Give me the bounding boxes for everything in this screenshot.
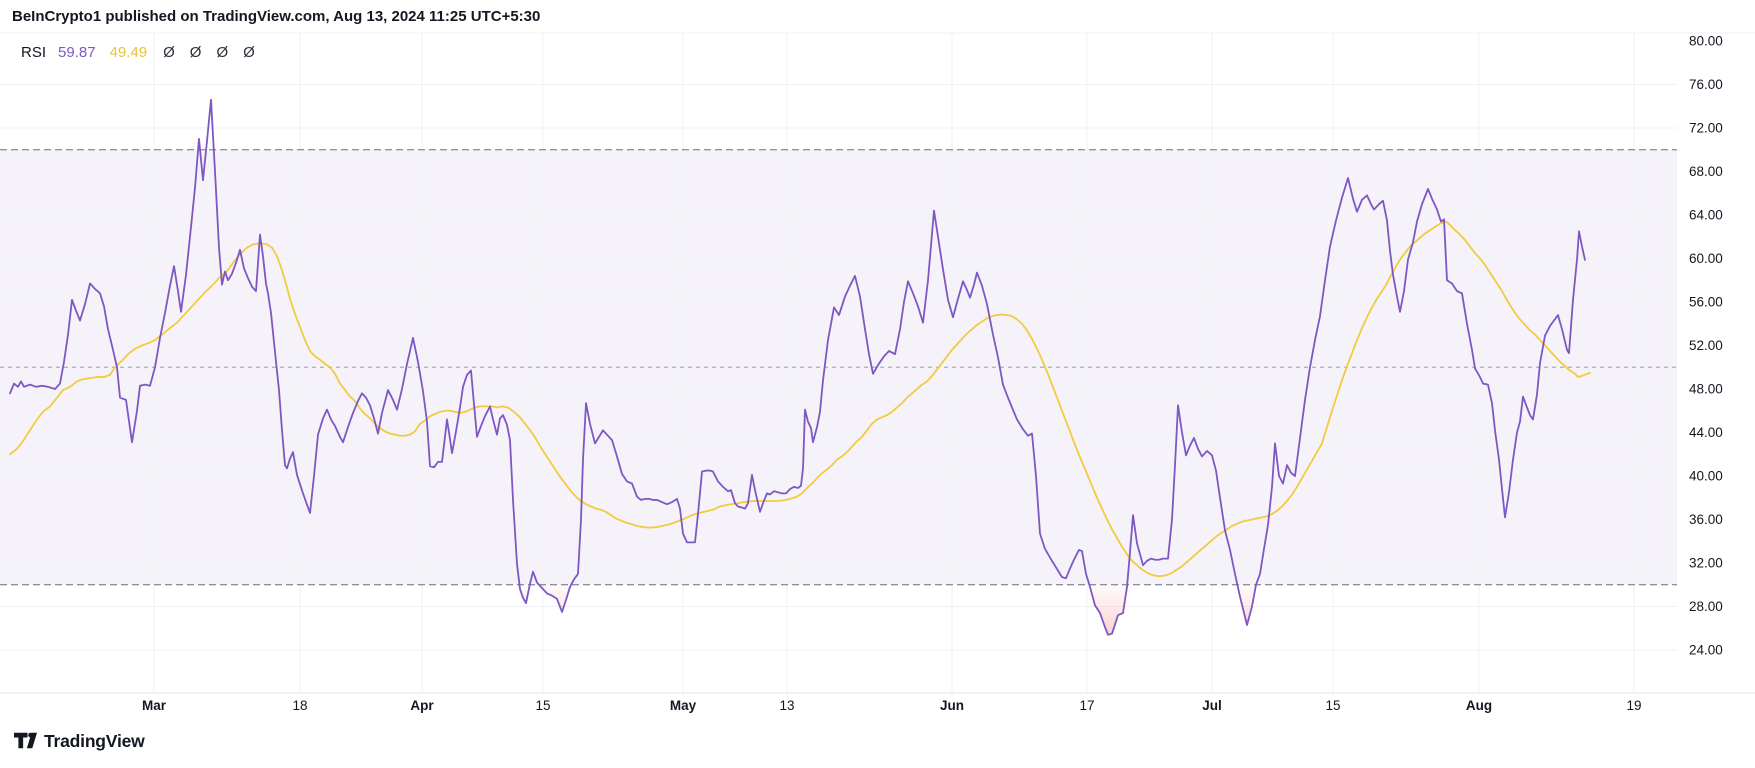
price-axis-label: 68.00 (1689, 164, 1723, 179)
time-axis-label: Jun (940, 698, 964, 713)
price-axis-label: 60.00 (1689, 251, 1723, 266)
price-axis-label: 64.00 (1689, 208, 1723, 223)
price-axis-label: 32.00 (1689, 556, 1723, 571)
published-chart-page: BeInCrypto1 published on TradingView.com… (0, 0, 1755, 768)
indicator-name-label[interactable]: RSI (21, 44, 46, 62)
time-axis-label: 13 (779, 698, 794, 713)
time-axis-label: 18 (292, 698, 307, 713)
hidden-plot-placeholder-icon[interactable]: Ø (163, 44, 175, 61)
oversold-area-fill (1089, 584, 1128, 635)
time-axis-label: May (670, 698, 697, 713)
price-axis-label: 28.00 (1689, 599, 1723, 614)
rsi-chart-canvas[interactable]: 80.00 76.00 72.00 68.00 64.00 60.00 56.00 52.00… (0, 0, 1755, 768)
legend-placeholder-group: ØØØØ (163, 44, 270, 62)
price-axis-label: 40.00 (1689, 469, 1723, 484)
time-axis-label: Apr (410, 698, 434, 713)
price-axis[interactable]: 80.00 76.00 72.00 68.00 64.00 60.00 56.00 52.00… (1689, 34, 1723, 658)
rsi-value: 59.87 (58, 44, 96, 61)
oversold-area-fill (1237, 584, 1256, 625)
price-axis-label: 80.00 (1689, 34, 1723, 49)
price-axis-label: 44.00 (1689, 425, 1723, 440)
price-axis-label: 72.00 (1689, 121, 1723, 136)
hidden-plot-placeholder-icon[interactable]: Ø (190, 44, 202, 61)
tradingview-logo-icon (14, 732, 37, 749)
price-axis-label: 24.00 (1689, 643, 1723, 658)
hidden-plot-placeholder-icon[interactable]: Ø (216, 44, 228, 61)
rsi-ma-value: 49.49 (109, 44, 148, 61)
price-axis-label: 36.00 (1689, 512, 1723, 527)
time-axis-label: 19 (1626, 698, 1641, 713)
price-axis-label: 76.00 (1689, 77, 1723, 92)
price-axis-label: 52.00 (1689, 338, 1723, 353)
time-axis-label: 15 (1325, 698, 1340, 713)
time-axis-label: 17 (1079, 698, 1094, 713)
time-axis-label: Jul (1202, 698, 1222, 713)
time-axis-label: 15 (535, 698, 550, 713)
price-axis-label: 56.00 (1689, 295, 1723, 310)
time-axis-label: Mar (142, 698, 167, 713)
tradingview-watermark-link[interactable]: TradingView (14, 731, 145, 752)
time-axis[interactable]: Mar 18 Apr 15 May 13 Jun 17 Jul 15 Aug 19 (142, 698, 1642, 713)
time-axis-label: Aug (1466, 698, 1492, 713)
indicator-legend[interactable]: RSI 59.87 49.49 ØØØØ (21, 44, 270, 62)
hidden-plot-placeholder-icon[interactable]: Ø (243, 44, 255, 61)
price-axis-label: 48.00 (1689, 382, 1723, 397)
tradingview-wordmark: TradingView (44, 731, 145, 751)
